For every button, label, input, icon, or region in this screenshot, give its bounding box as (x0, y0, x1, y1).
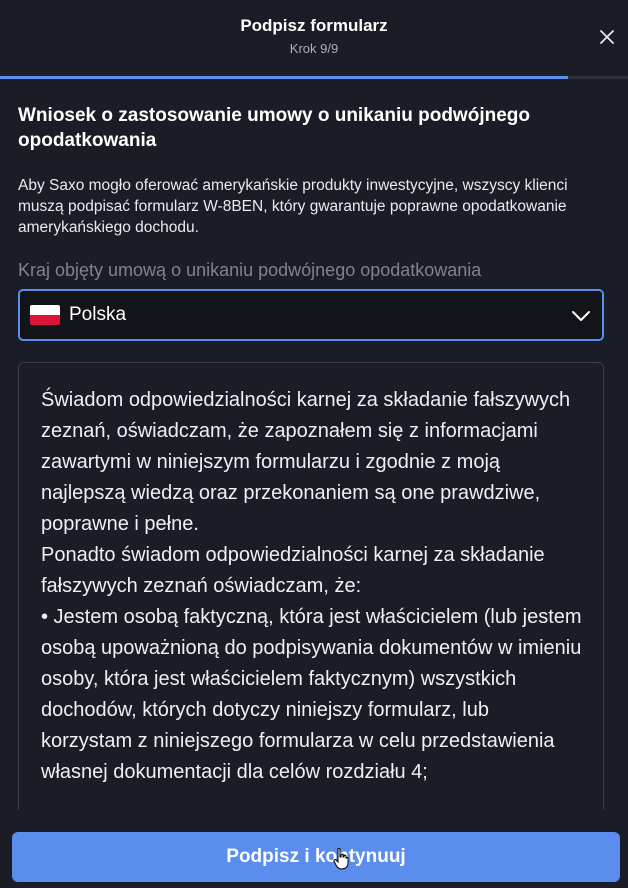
modal-header: Podpisz formularz Krok 9/9 (0, 0, 628, 72)
country-select-value: Polska (69, 304, 127, 325)
declaration-content: Świadom odpowiedzialności karnej za skła… (41, 385, 583, 788)
modal-title: Podpisz formularz (240, 16, 388, 35)
progress-bar (0, 76, 628, 79)
section-title: Wniosek o zastosowanie umowy o unikaniu … (18, 105, 530, 151)
chevron-down-icon (572, 311, 590, 321)
section-description: Aby Saxo mogło oferować amerykańskie pro… (18, 177, 568, 236)
declaration-paragraph: Świadom odpowiedzialności karnej za skła… (41, 389, 571, 535)
country-select[interactable]: Polska (18, 289, 604, 341)
close-icon (600, 30, 614, 44)
sign-form-modal: Podpisz formularz Krok 9/9 Wniosek o zas… (0, 0, 628, 888)
country-field-label: Kraj objęty umową o unikaniu podwójnego … (18, 260, 482, 280)
declaration-text-box[interactable]: Świadom odpowiedzialności karnej za skła… (18, 362, 604, 832)
declaration-paragraph: Ponadto świadom odpowiedzialności karnej… (41, 544, 545, 597)
step-indicator: Krok 9/9 (289, 41, 339, 56)
poland-flag-icon (30, 305, 60, 325)
close-button[interactable] (596, 26, 618, 48)
sign-and-continue-button[interactable]: Podpisz i kontynuuj (12, 832, 620, 882)
declaration-bullet: • Jestem osobą faktyczną, która jest wła… (41, 606, 582, 783)
progress-bar-fill (0, 76, 569, 79)
